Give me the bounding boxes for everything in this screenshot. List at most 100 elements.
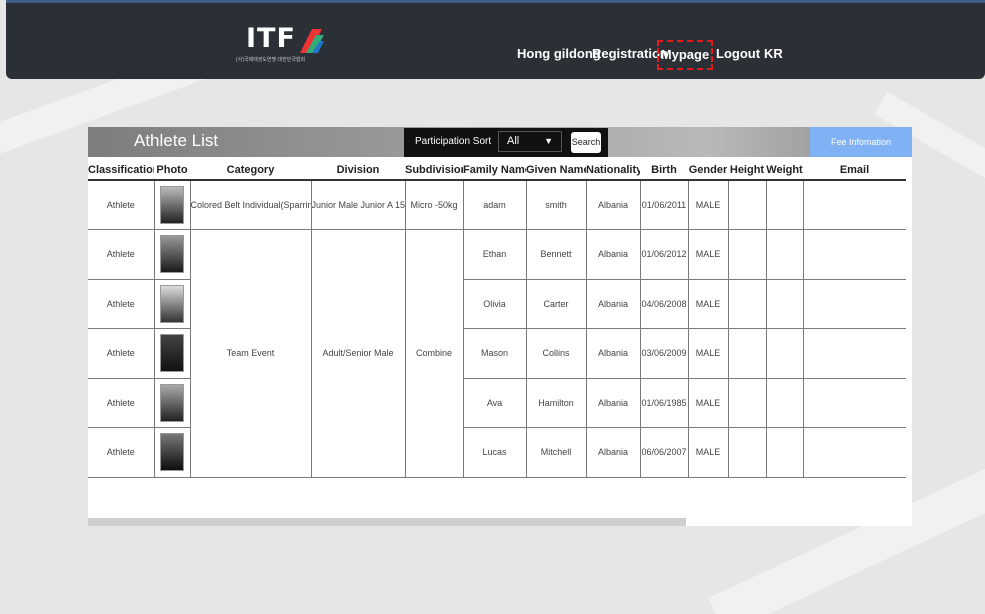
cell-given-name: Bennett <box>525 229 587 280</box>
cell-height <box>727 179 767 230</box>
cell-gender: MALE <box>687 328 729 379</box>
athlete-photo[interactable] <box>160 334 184 373</box>
athlete-photo[interactable] <box>160 383 184 422</box>
cell-photo <box>153 427 191 478</box>
athlete-photo[interactable] <box>160 433 184 472</box>
nav-user-name[interactable]: Hong gildong <box>517 46 601 61</box>
cell-nationality: Albania <box>585 229 641 280</box>
col-header-classification: Classification <box>88 161 154 181</box>
col-header-height: Height <box>728 161 766 181</box>
cell-gender: MALE <box>687 179 729 230</box>
chevron-down-icon: ▼ <box>544 136 553 146</box>
cell-email <box>802 179 906 230</box>
cell-classification: Athlete <box>88 377 155 428</box>
cell-email <box>802 328 906 379</box>
horizontal-scrollbar[interactable] <box>88 518 686 526</box>
cell-nationality: Albania <box>585 377 641 428</box>
cell-email <box>802 377 906 428</box>
cell-weight <box>765 427 804 478</box>
cell-photo <box>153 377 191 428</box>
nav-mypage[interactable]: Mypage <box>657 40 713 70</box>
cell-classification: Athlete <box>88 278 155 329</box>
search-button[interactable]: Search <box>571 132 601 153</box>
col-header-photo: Photo <box>154 161 190 181</box>
cell-email <box>802 427 906 478</box>
col-header-weight: Weight <box>766 161 803 181</box>
cell-nationality: Albania <box>585 179 641 230</box>
cell-photo <box>153 328 191 379</box>
cell-height <box>727 328 767 379</box>
col-header-division: Division <box>311 161 405 181</box>
cell-family-name: Ava <box>462 377 527 428</box>
athlete-photo[interactable] <box>160 186 184 224</box>
cell-height <box>727 278 767 329</box>
sort-select-value: All <box>507 135 520 147</box>
table-row[interactable]: Athlete Team Event Adult/Senior Male Com… <box>88 229 906 478</box>
cell-photo <box>153 278 191 329</box>
cell-category: Colored Belt Individual(Sparring) <box>189 179 312 230</box>
cell-family-name: adam <box>462 179 527 230</box>
cell-division: Adult/Senior Male <box>310 229 406 478</box>
cell-classification: Athlete <box>88 179 155 230</box>
athlete-photo[interactable] <box>160 284 184 323</box>
cell-photo <box>153 179 191 230</box>
page-title: Athlete List <box>134 131 219 150</box>
athlete-table: Classification Photo Category Division S… <box>88 161 906 478</box>
logo-accent-icon <box>300 29 324 53</box>
cell-family-name: Mason <box>462 328 527 379</box>
cell-email <box>802 278 906 329</box>
cell-gender: MALE <box>687 377 729 428</box>
cell-subdivision: Micro -50kg <box>404 179 464 230</box>
cell-height <box>727 229 767 280</box>
table-header-row: Classification Photo Category Division S… <box>88 161 906 181</box>
cell-nationality: Albania <box>585 328 641 379</box>
logo-text: ITF <box>246 23 296 54</box>
cell-subdivision: Combine <box>404 229 464 478</box>
cell-birth: 04/06/2008 <box>639 278 689 329</box>
cell-given-name: smith <box>525 179 587 230</box>
cell-nationality: Albania <box>585 427 641 478</box>
cell-height <box>727 427 767 478</box>
cell-given-name: Hamilton <box>525 377 587 428</box>
participation-sort-select[interactable]: All ▼ <box>498 131 562 152</box>
cell-given-name: Mitchell <box>525 427 587 478</box>
col-header-gender: Gender <box>688 161 728 181</box>
col-header-birth: Birth <box>640 161 688 181</box>
nav-logout[interactable]: Logout <box>716 46 760 61</box>
col-header-given-name: Given Name <box>526 161 586 181</box>
cell-division: Junior Male Junior A 15s <box>310 179 406 230</box>
col-header-subdivision: Subdivision <box>405 161 463 181</box>
col-header-family-name: Family Name <box>463 161 526 181</box>
cell-given-name: Collins <box>525 328 587 379</box>
cell-category: Team Event <box>189 229 312 478</box>
cell-gender: MALE <box>687 229 729 280</box>
sort-label: Participation Sort <box>415 136 492 147</box>
cell-weight <box>765 377 804 428</box>
cell-classification: Athlete <box>88 328 155 379</box>
logo-subtitle: (사)국제태권도연맹 대한민국협회 <box>236 57 306 63</box>
nav-language[interactable]: KR <box>764 46 783 61</box>
table-row[interactable]: Athlete Colored Belt Individual(Sparring… <box>88 179 906 230</box>
col-header-nationality: Nationality <box>586 161 640 181</box>
cell-family-name: Ethan <box>462 229 527 280</box>
cell-weight <box>765 229 804 280</box>
cell-gender: MALE <box>687 278 729 329</box>
cell-birth: 03/06/2009 <box>639 328 689 379</box>
cell-birth: 06/06/2007 <box>639 427 689 478</box>
athlete-photo[interactable] <box>160 235 184 274</box>
cell-weight <box>765 278 804 329</box>
cell-classification: Athlete <box>88 427 155 478</box>
cell-birth: 01/06/2011 <box>639 179 689 230</box>
itf-logo[interactable]: ITF (사)국제태권도연맹 대한민국협회 <box>236 23 326 69</box>
cell-birth: 01/06/1985 <box>639 377 689 428</box>
top-header: ITF (사)국제태권도연맹 대한민국협회 Hong gildong Regis… <box>6 0 985 79</box>
cell-nationality: Albania <box>585 278 641 329</box>
cell-classification: Athlete <box>88 229 155 280</box>
cell-weight <box>765 179 804 230</box>
cell-given-name: Carter <box>525 278 587 329</box>
cell-email <box>802 229 906 280</box>
col-header-category: Category <box>190 161 311 181</box>
cell-photo <box>153 229 191 280</box>
fee-information-button[interactable]: Fee Infomation <box>810 127 912 157</box>
cell-height <box>727 377 767 428</box>
